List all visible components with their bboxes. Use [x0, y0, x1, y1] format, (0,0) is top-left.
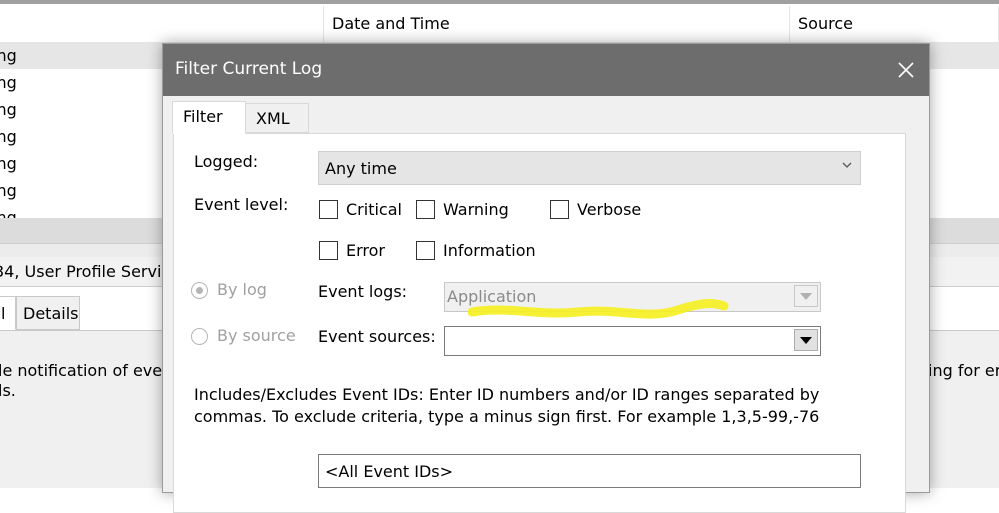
verbose-checkbox[interactable] [550, 200, 569, 219]
by-log-label[interactable]: By log [217, 280, 267, 299]
error-label[interactable]: Error [346, 241, 385, 260]
close-button[interactable] [883, 44, 929, 96]
by-source-label[interactable]: By source [217, 326, 296, 345]
row-level: ing [0, 73, 17, 92]
event-title: 34, User Profile Service [0, 262, 181, 281]
event-sources-dropdown[interactable] [444, 326, 821, 356]
tab-general[interactable]: l [0, 296, 16, 330]
event-ids-value: <All Event IDs> [325, 462, 454, 481]
critical-label[interactable]: Critical [346, 200, 402, 219]
column-header-level[interactable] [0, 6, 324, 42]
logged-dropdown[interactable]: Any time [318, 151, 861, 185]
information-checkbox[interactable] [416, 241, 435, 260]
event-sources-label: Event sources: [318, 327, 436, 346]
event-description-line: le notification of even [0, 361, 173, 380]
tab-filter[interactable]: Filter [172, 101, 246, 134]
event-level-label: Event level: [194, 195, 289, 214]
information-label[interactable]: Information [443, 241, 536, 260]
event-sources-dropdown-button[interactable] [794, 329, 818, 351]
by-source-radio[interactable] [191, 328, 208, 345]
radio-selected-dot [195, 286, 203, 294]
event-logs-label: Event logs: [318, 282, 408, 301]
row-level: ing [0, 208, 17, 218]
column-header-date-time[interactable]: Date and Time [324, 6, 790, 42]
row-level: ing [0, 46, 17, 65]
event-description-right: ing for er [928, 361, 999, 380]
logged-value: Any time [325, 159, 397, 178]
dialog-title: Filter Current Log [175, 59, 323, 79]
dropdown-arrow-icon [800, 337, 812, 344]
row-level: ing [0, 154, 17, 173]
error-checkbox[interactable] [319, 241, 338, 260]
event-logs-value: Application [447, 287, 537, 306]
event-ids-help-text: Includes/Excludes Event IDs: Enter ID nu… [194, 385, 820, 426]
logged-label: Logged: [194, 152, 259, 171]
critical-checkbox[interactable] [319, 200, 338, 219]
verbose-label[interactable]: Verbose [577, 200, 641, 219]
close-icon [898, 62, 914, 78]
event-logs-dropdown-button[interactable] [794, 285, 818, 307]
filter-current-log-dialog: Filter Current Log Filter XML Logged: An… [162, 43, 930, 513]
row-level: ing [0, 127, 17, 146]
row-level: ing [0, 181, 17, 200]
tab-details[interactable]: Details [16, 296, 80, 330]
column-header-source[interactable]: Source [790, 6, 999, 42]
chevron-down-icon [842, 162, 852, 168]
by-log-radio[interactable] [191, 282, 208, 299]
warning-label[interactable]: Warning [443, 200, 509, 219]
row-level: ing [0, 100, 17, 119]
event-logs-dropdown[interactable]: Application [444, 282, 821, 312]
warning-checkbox[interactable] [416, 200, 435, 219]
window-top-border [0, 0, 999, 4]
tab-xml[interactable]: XML [245, 103, 309, 133]
dialog-titlebar[interactable]: Filter Current Log [163, 44, 929, 96]
event-description-line: ls. [0, 381, 16, 400]
event-description: le notification of even ls. [0, 361, 172, 401]
event-ids-input[interactable]: <All Event IDs> [318, 454, 861, 488]
dropdown-arrow-icon [800, 293, 812, 300]
